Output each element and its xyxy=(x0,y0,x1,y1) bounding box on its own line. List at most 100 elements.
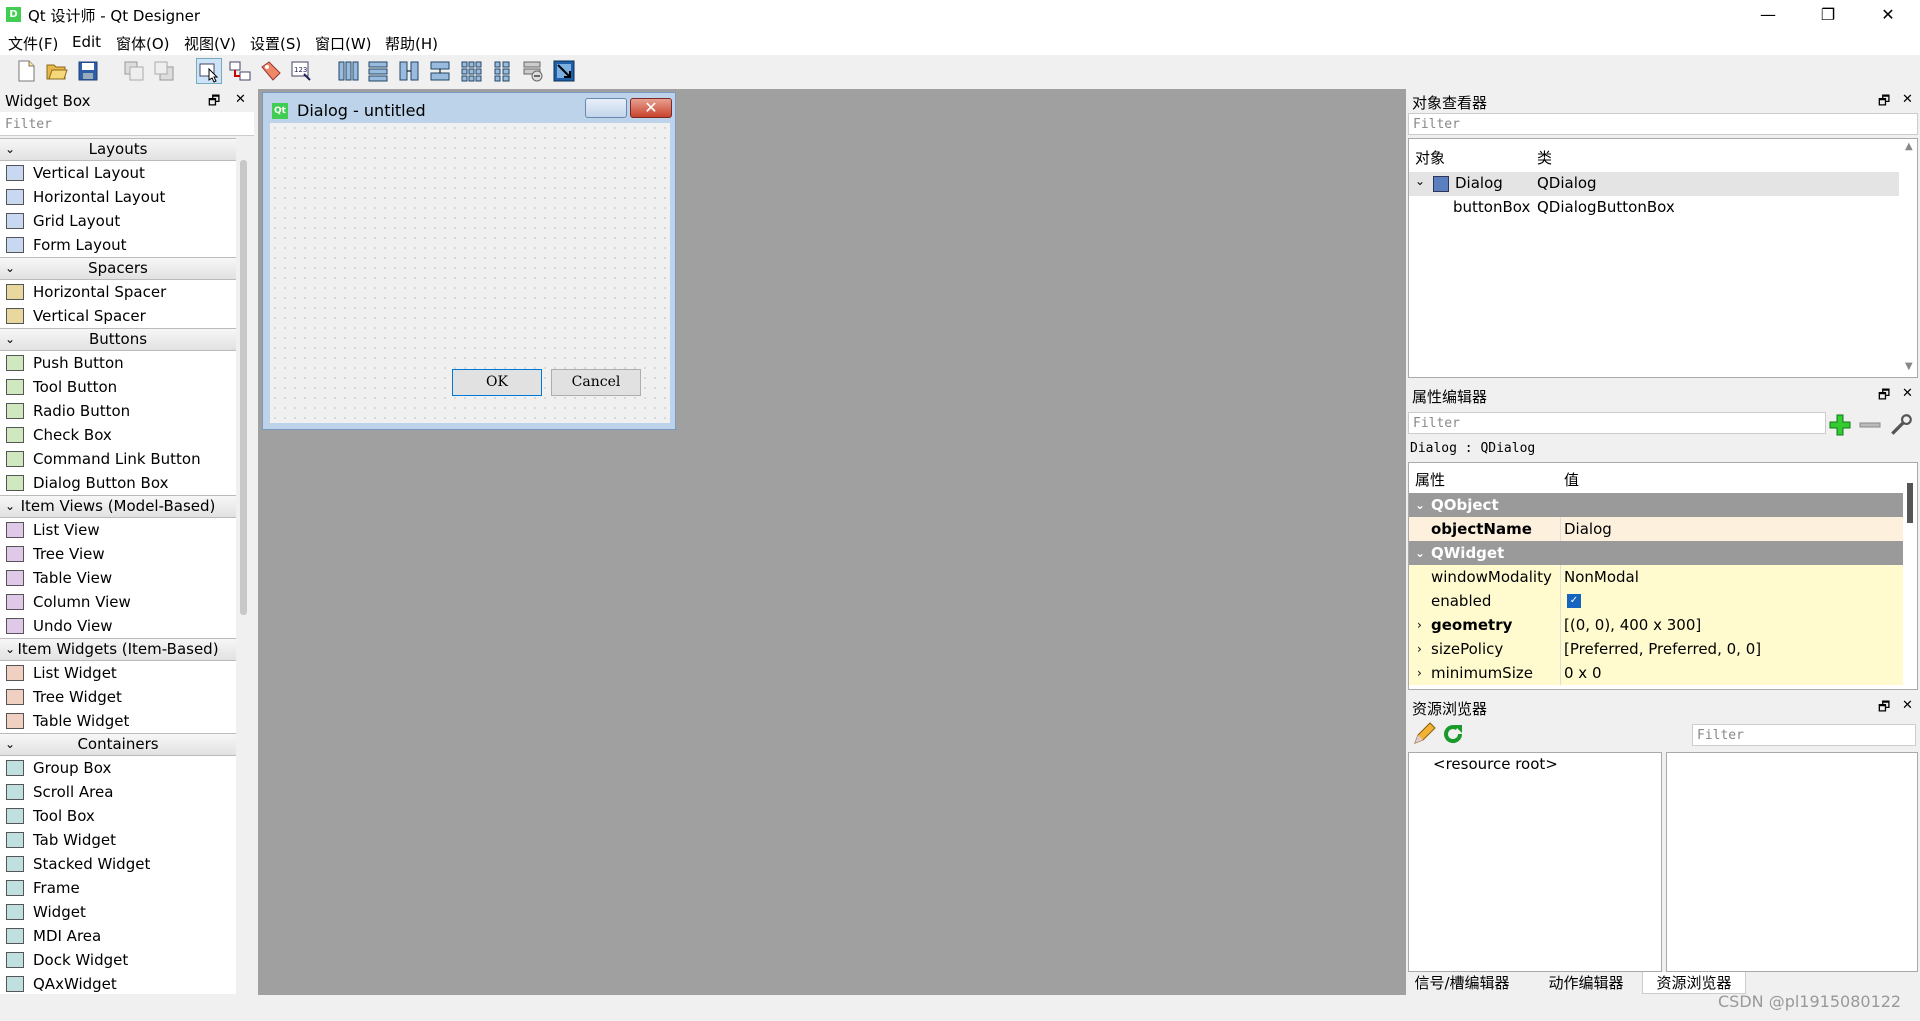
menu-file[interactable]: 文件(F) xyxy=(8,33,58,54)
widget-item[interactable]: Dock Widget xyxy=(0,948,236,972)
property-value[interactable]: NonModal xyxy=(1564,565,1639,589)
dialog-close-button[interactable]: ✕ xyxy=(630,98,672,118)
menu-help[interactable]: 帮助(H) xyxy=(385,33,438,54)
close-icon[interactable]: ✕ xyxy=(1902,698,1913,713)
property-row[interactable]: enabled ✓ xyxy=(1409,589,1903,613)
property-value[interactable]: 0 x 0 xyxy=(1564,661,1602,685)
menu-window[interactable]: 窗口(W) xyxy=(315,33,372,54)
dialog-canvas[interactable]: OK Cancel xyxy=(270,123,670,423)
edit-resources-icon[interactable] xyxy=(1412,722,1436,746)
property-row[interactable]: › geometry [(0, 0), 400 x 300] xyxy=(1409,613,1903,637)
chevron-down-icon[interactable]: ⌄ xyxy=(5,139,15,160)
minimize-button[interactable]: — xyxy=(1740,0,1796,29)
widget-item[interactable]: Table View xyxy=(0,566,236,590)
widget-item[interactable]: Tab Widget xyxy=(0,828,236,852)
reload-icon[interactable] xyxy=(1441,722,1465,746)
tree-row-buttonbox[interactable]: buttonBox QDialogButtonBox xyxy=(1409,196,1899,220)
widget-item[interactable]: Form Layout xyxy=(0,233,236,257)
menu-edit[interactable]: Edit xyxy=(72,33,101,51)
configure-icon[interactable] xyxy=(1888,412,1914,438)
widget-item[interactable]: Radio Button xyxy=(0,399,236,423)
widget-item[interactable]: Dialog Button Box xyxy=(0,471,236,495)
widget-item[interactable]: Horizontal Layout xyxy=(0,185,236,209)
chevron-down-icon[interactable]: ⌄ xyxy=(5,329,15,350)
close-icon[interactable]: ✕ xyxy=(1902,386,1913,401)
send-to-back-icon[interactable] xyxy=(122,59,146,83)
widget-item[interactable]: Scroll Area xyxy=(0,780,236,804)
float-icon[interactable]: 🗗 xyxy=(1878,92,1890,114)
widget-item[interactable]: Undo View xyxy=(0,614,236,638)
layout-vertical-icon[interactable] xyxy=(366,59,390,83)
add-dynamic-property-icon[interactable] xyxy=(1828,413,1852,437)
widget-item[interactable]: Check Box xyxy=(0,423,236,447)
property-scrollbar[interactable] xyxy=(1907,483,1913,523)
chevron-down-icon[interactable]: ⌄ xyxy=(5,639,15,660)
close-button[interactable]: ✕ xyxy=(1860,0,1916,29)
widget-item[interactable]: Vertical Layout xyxy=(0,161,236,185)
widget-item[interactable]: Frame xyxy=(0,876,236,900)
chevron-down-icon[interactable]: ⌄ xyxy=(1415,174,1425,188)
maximize-button[interactable]: ❐ xyxy=(1800,0,1856,29)
category-header[interactable]: ⌄ Item Widgets (Item-Based) xyxy=(0,638,236,661)
property-value[interactable]: Dialog xyxy=(1564,517,1612,541)
property-value[interactable]: [Preferred, Preferred, 0, 0] xyxy=(1564,637,1761,661)
tree-row-dialog[interactable]: ⌄ Dialog QDialog xyxy=(1409,172,1899,196)
property-filter[interactable]: Filter xyxy=(1408,412,1826,434)
save-icon[interactable] xyxy=(76,59,100,83)
layout-horizontal-splitter-icon[interactable] xyxy=(397,59,421,83)
edit-widgets-icon[interactable] xyxy=(196,58,222,84)
category-header[interactable]: ⌄ Spacers xyxy=(0,257,236,280)
widget-item[interactable]: Push Button xyxy=(0,351,236,375)
layout-form-icon[interactable] xyxy=(490,59,514,83)
float-icon[interactable]: 🗗 xyxy=(1878,386,1890,408)
property-row[interactable]: windowModality NonModal xyxy=(1409,565,1903,589)
chevron-right-icon[interactable]: › xyxy=(1417,661,1422,685)
remove-property-icon[interactable] xyxy=(1858,413,1882,437)
widget-item[interactable]: Tree Widget xyxy=(0,685,236,709)
tab-signal-slot-editor[interactable]: 信号/槽编辑器 xyxy=(1408,972,1516,994)
widget-item[interactable]: Group Box xyxy=(0,756,236,780)
category-header[interactable]: ⌄ Containers xyxy=(0,733,236,756)
widget-item[interactable]: Vertical Spacer xyxy=(0,304,236,328)
resource-filter[interactable]: Filter xyxy=(1692,724,1916,746)
scroll-up-icon[interactable]: ▲ xyxy=(1905,141,1913,152)
chevron-right-icon[interactable]: › xyxy=(1417,613,1422,637)
menu-view[interactable]: 视图(V) xyxy=(184,33,236,54)
property-row[interactable]: › sizePolicy [Preferred, Preferred, 0, 0] xyxy=(1409,637,1903,661)
object-inspector-filter[interactable]: Filter xyxy=(1408,113,1918,135)
chevron-down-icon[interactable]: ⌄ xyxy=(1415,493,1425,517)
property-row[interactable]: objectName Dialog xyxy=(1409,517,1903,541)
category-header[interactable]: ⌄ Layouts xyxy=(0,138,236,161)
widget-item[interactable]: QAxWidget xyxy=(0,972,236,994)
resource-root[interactable]: <resource root> xyxy=(1433,755,1558,773)
scroll-down-icon[interactable]: ▼ xyxy=(1905,361,1913,372)
widget-item[interactable]: Tool Box xyxy=(0,804,236,828)
float-icon[interactable]: 🗗 xyxy=(1878,698,1890,720)
close-icon[interactable]: ✕ xyxy=(235,92,246,107)
dialog-form-window[interactable]: Qt Dialog - untitled ✕ OK Cancel xyxy=(262,92,676,430)
edit-buddies-icon[interactable] xyxy=(259,59,283,83)
cancel-button[interactable]: Cancel xyxy=(551,369,641,396)
chevron-down-icon[interactable]: ⌄ xyxy=(5,258,15,279)
edit-signals-slots-icon[interactable] xyxy=(228,59,252,83)
dialog-minimize-button[interactable] xyxy=(585,98,627,118)
widget-item[interactable]: MDI Area xyxy=(0,924,236,948)
widget-item[interactable]: Widget xyxy=(0,900,236,924)
widget-item[interactable]: Command Link Button xyxy=(0,447,236,471)
layout-vertical-splitter-icon[interactable] xyxy=(428,59,452,83)
widget-item[interactable]: Stacked Widget xyxy=(0,852,236,876)
widget-item[interactable]: Horizontal Spacer xyxy=(0,280,236,304)
layout-horizontal-icon[interactable] xyxy=(336,59,360,83)
break-layout-icon[interactable] xyxy=(521,59,545,83)
float-icon[interactable]: 🗗 xyxy=(208,92,220,114)
widget-item[interactable]: List View xyxy=(0,518,236,542)
close-icon[interactable]: ✕ xyxy=(1902,92,1913,107)
category-header[interactable]: ⌄ Buttons xyxy=(0,328,236,351)
tab-action-editor[interactable]: 动作编辑器 xyxy=(1536,972,1636,994)
property-group-row[interactable]: ⌄ QWidget xyxy=(1409,541,1903,565)
widget-item[interactable]: Tree View xyxy=(0,542,236,566)
open-icon[interactable] xyxy=(45,59,69,83)
menu-settings[interactable]: 设置(S) xyxy=(250,33,301,54)
property-value[interactable]: [(0, 0), 400 x 300] xyxy=(1564,613,1701,637)
widget-item[interactable]: Grid Layout xyxy=(0,209,236,233)
